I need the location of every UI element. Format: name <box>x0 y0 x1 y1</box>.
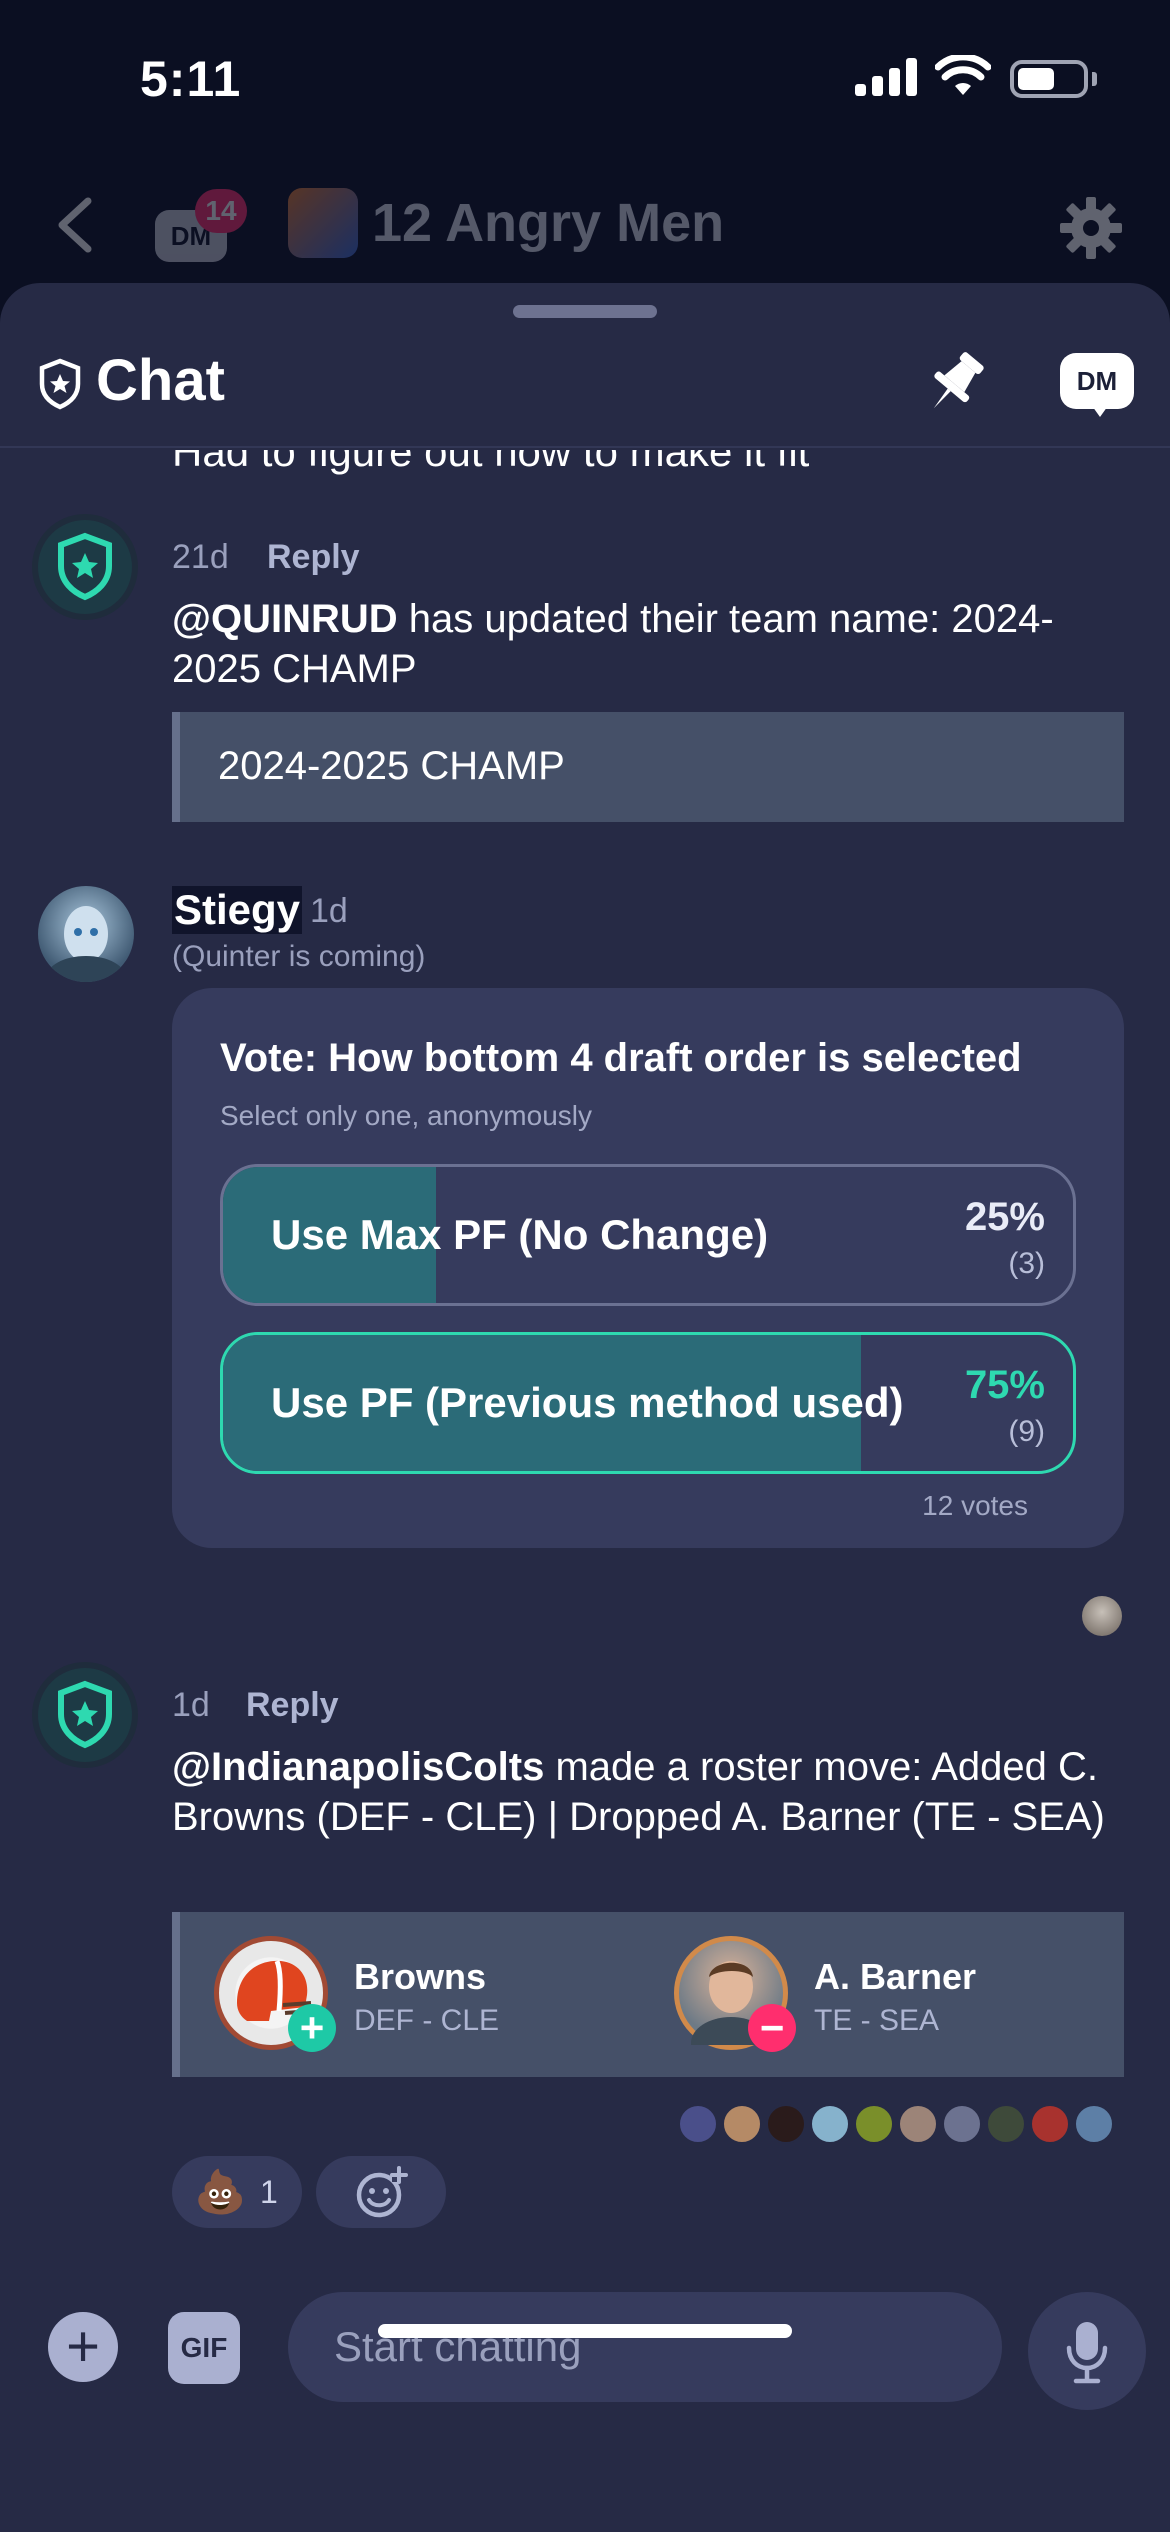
back-chevron-icon[interactable] <box>50 195 100 255</box>
dropped-player-position: TE - SEA <box>814 2004 940 2037</box>
added-player-name[interactable]: Browns <box>354 1956 486 1998</box>
poll-option[interactable]: Use Max PF (No Change) 25% (3) <box>220 1164 1076 1306</box>
league-header: DM 14 12 Angry Men <box>0 170 1170 280</box>
status-time: 5:11 <box>140 51 242 107</box>
mention[interactable]: @QUINRUD <box>172 597 398 641</box>
chat-input[interactable] <box>288 2292 1002 2402</box>
quote-block: 2024-2025 CHAMP <box>172 712 1124 822</box>
dm-bubble-tail <box>1090 403 1110 417</box>
reply-button[interactable]: Reply <box>267 538 360 577</box>
dropped-player-name[interactable]: A. Barner <box>814 1956 976 1998</box>
wifi-icon <box>935 55 991 95</box>
remove-icon: − <box>748 2004 796 2052</box>
league-bot-avatar <box>38 1668 132 1762</box>
user-avatar[interactable] <box>38 886 134 982</box>
poll-card: Vote: How bottom 4 draft order is select… <box>172 988 1124 1548</box>
message-feed[interactable]: Had to figure out how to make it fit 21d… <box>0 450 1170 2270</box>
roster-move-card: + Browns DEF - CLE − A. Barner TE - SEA <box>172 1912 1124 2077</box>
chat-header: Chat DM <box>0 283 1170 448</box>
poll-option-percent: 25% <box>964 1195 1045 1239</box>
pin-icon[interactable] <box>920 348 990 418</box>
reaction-chip[interactable]: 💩 1 <box>172 2156 302 2228</box>
quote-text: 2024-2025 CHAMP <box>218 744 565 788</box>
message-time: 21d <box>172 538 229 576</box>
unread-badge: 14 <box>195 189 247 233</box>
avatar-portrait <box>46 906 126 982</box>
gif-button[interactable]: GIF <box>168 2312 240 2384</box>
battery-cap <box>1092 72 1097 86</box>
shield-star-icon <box>58 1680 112 1749</box>
mention[interactable]: @IndianapolisColts <box>172 1745 544 1789</box>
gear-icon[interactable] <box>1058 195 1124 261</box>
message-time: 1d <box>310 892 348 930</box>
poll-option-label: Use PF (Previous method used) <box>271 1379 904 1426</box>
signal-icon <box>855 58 917 96</box>
add-attachment-button[interactable]: + <box>48 2312 118 2382</box>
status-bar: 5:11 <box>0 0 1170 150</box>
shield-star-icon <box>58 532 112 601</box>
league-name[interactable]: 12 Angry Men <box>372 192 724 254</box>
microphone-icon <box>1066 2322 1108 2384</box>
add-icon: + <box>288 2004 336 2052</box>
shield-star-icon <box>39 358 81 410</box>
poll-instructions: Select only one, anonymously <box>220 1100 592 1131</box>
poop-emoji: 💩 <box>194 2168 247 2215</box>
poll-option-count: (3) <box>1008 1247 1045 1280</box>
reaction-count: 1 <box>260 2174 278 2210</box>
dm-button-label: DM <box>1060 353 1134 409</box>
read-receipts[interactable] <box>678 2104 1128 2144</box>
poll-option-selected[interactable]: Use PF (Previous method used) 75% (9) <box>220 1332 1076 1474</box>
added-player-position: DEF - CLE <box>354 2004 500 2037</box>
add-reaction-button[interactable] <box>316 2156 446 2228</box>
poll-option-count: (9) <box>1008 1415 1045 1448</box>
league-bot-avatar <box>38 520 132 614</box>
team-name-message: @QUINRUD has updated their team name: 20… <box>172 594 1132 694</box>
chat-sheet: Chat DM Had to figure out how to make it… <box>0 283 1170 2532</box>
reply-button[interactable]: Reply <box>246 1686 339 1725</box>
username[interactable]: Stiegy <box>172 886 303 934</box>
home-indicator <box>378 2324 792 2338</box>
add-emoji-icon <box>356 2166 408 2218</box>
mic-button[interactable] <box>1028 2292 1146 2410</box>
message-text: Had to figure out how to make it fit <box>172 450 810 475</box>
league-avatar <box>288 188 358 258</box>
user-subtitle: (Quinter is coming) <box>172 940 426 973</box>
dm-button[interactable]: DM <box>1060 353 1134 419</box>
battery-icon <box>1010 60 1088 98</box>
poll-option-percent: 75% <box>964 1363 1045 1407</box>
message-time: 1d <box>172 1686 210 1724</box>
composer: + GIF <box>0 2270 1170 2430</box>
poll-title: Vote: How bottom 4 draft order is select… <box>220 1036 1022 1080</box>
dm-inbox-button[interactable]: DM 14 <box>155 189 247 265</box>
poll-option-label: Use Max PF (No Change) <box>271 1211 769 1258</box>
chat-title: Chat <box>96 348 225 413</box>
poll-vote-total: 12 votes <box>922 1490 1028 1521</box>
read-receipt-avatar <box>1082 1596 1122 1636</box>
roster-move-message: @IndianapolisColts made a roster move: A… <box>172 1742 1122 1842</box>
